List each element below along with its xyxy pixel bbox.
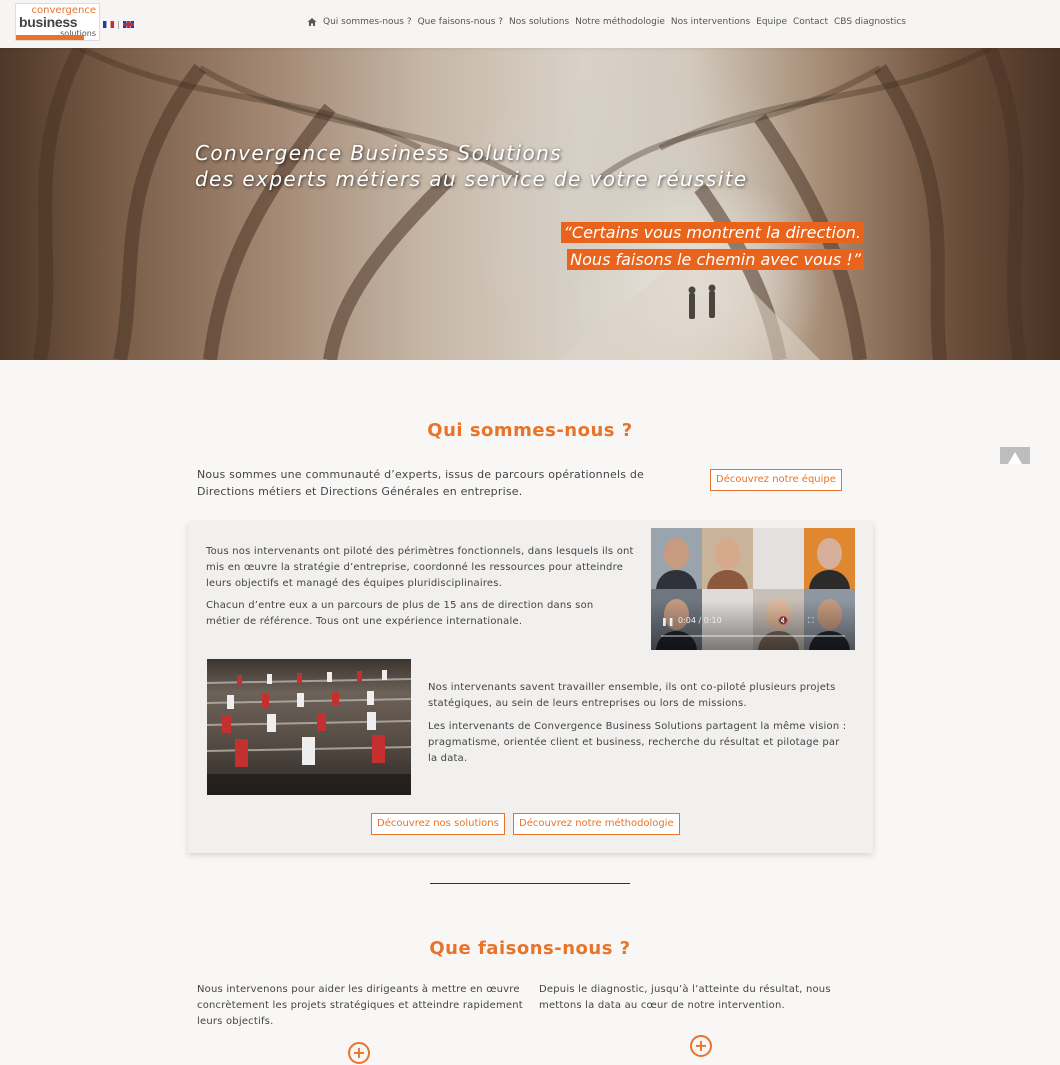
about-intro-text: Nous sommes une communauté d’experts, is…	[197, 468, 645, 498]
foosball-image	[207, 659, 411, 795]
video-time: 0:04 / 0:10	[678, 616, 722, 625]
hero-quote-line1: “Certains vous montrent la direction.	[560, 222, 864, 243]
solutions-button[interactable]: Découvrez nos solutions	[371, 813, 505, 835]
hero-forest-image	[33, 48, 1027, 360]
team-photo	[753, 528, 804, 589]
nav-item-contact[interactable]: Contact	[793, 17, 828, 27]
team-photo	[651, 528, 702, 595]
nav-item-nos-interventions[interactable]: Nos interventions	[671, 17, 750, 27]
nav-item-equipe[interactable]: Equipe	[756, 17, 787, 27]
video-controls	[651, 600, 855, 650]
french-flag-icon[interactable]	[103, 21, 114, 28]
team-button[interactable]: Découvrez notre équipe	[710, 469, 842, 491]
language-separator: |	[117, 20, 120, 29]
hero-quote-text1: “Certains vous montrent la direction.	[560, 222, 864, 243]
team-photo	[702, 528, 753, 595]
methodology-button[interactable]: Découvrez notre méthodologie	[513, 813, 680, 835]
hero-quote-text2: Nous faisons le chemin avec vous !”	[567, 249, 864, 270]
scroll-to-top-button[interactable]	[1000, 447, 1030, 464]
mute-icon[interactable]: 🔇	[778, 616, 788, 625]
main-menu: Qui sommes-nous ? Que faisons-nous ? Nos…	[307, 17, 906, 27]
nav-item-notre-methodologie[interactable]: Notre méthodologie	[575, 17, 665, 27]
top-navbar: convergence business solutions | Qui som…	[0, 0, 1060, 48]
logo-main-text: business	[19, 14, 78, 30]
nav-item-nos-solutions[interactable]: Nos solutions	[509, 17, 569, 27]
hero-banner: Convergence Business Solutions des exper…	[0, 48, 1060, 360]
nav-item-cbs-diagnostics[interactable]: CBS diagnostics	[834, 17, 906, 27]
card-paragraph-3: Nos intervenants savent travailler ensem…	[428, 682, 836, 709]
fullscreen-icon[interactable]: ⛶	[808, 616, 814, 626]
home-icon[interactable]	[307, 17, 317, 27]
logo-bar	[16, 35, 84, 40]
what-column-1-text: Nous intervenons pour aider les dirigean…	[197, 984, 523, 1027]
hero-title: Convergence Business Solutions des exper…	[195, 140, 748, 192]
card-paragraph-2: Chacun d’entre eux a un parcours de plus…	[206, 600, 594, 627]
logo[interactable]: convergence business solutions	[15, 3, 100, 41]
team-photo	[804, 528, 855, 595]
video-progress-bar[interactable]	[661, 635, 845, 637]
card-paragraph-4: Les intervenants de Convergence Business…	[428, 721, 847, 764]
hero-title-line1: Convergence Business Solutions	[195, 141, 563, 165]
nav-item-que-faisons-nous[interactable]: Que faisons-nous ?	[418, 17, 503, 27]
expand-plus-icon[interactable]: +	[348, 1042, 370, 1064]
uk-flag-icon[interactable]	[122, 21, 134, 28]
language-switcher: |	[103, 20, 134, 29]
what-column-2-text: Depuis le diagnostic, jusqu’à l’atteinte…	[539, 984, 831, 1011]
hero-quote-line2: Nous faisons le chemin avec vous !”	[567, 249, 864, 270]
hero-title-line2: des experts métiers au service de votre …	[195, 167, 748, 191]
card-paragraph-1: Tous nos intervenants ont piloté des pér…	[206, 546, 634, 589]
section-divider	[430, 883, 630, 884]
expand-plus-icon[interactable]: +	[690, 1035, 712, 1057]
section-heading-what: Que faisons-nous ?	[429, 938, 631, 959]
pause-icon[interactable]: ❚❚	[661, 617, 674, 626]
section-heading-about: Qui sommes-nous ?	[427, 420, 633, 441]
nav-item-qui-sommes-nous[interactable]: Qui sommes-nous ?	[323, 17, 412, 27]
